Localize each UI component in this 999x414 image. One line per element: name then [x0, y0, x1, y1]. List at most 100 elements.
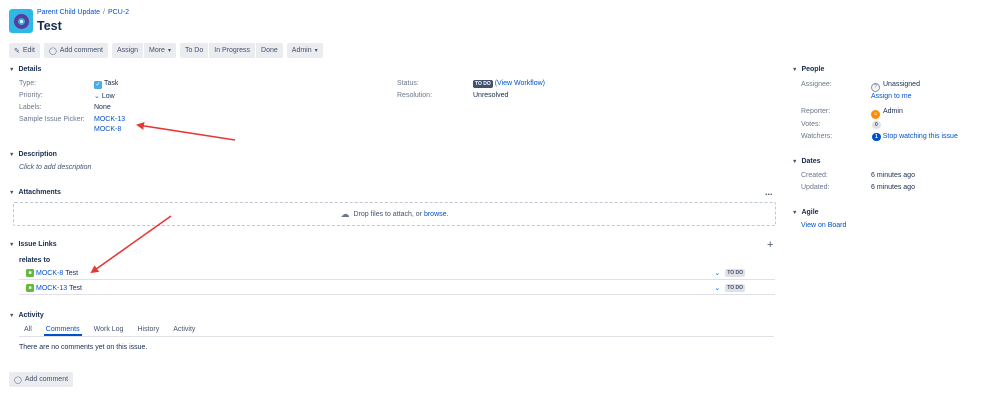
- more-label: More: [148, 47, 165, 54]
- description-placeholder[interactable]: Click to add description: [19, 164, 91, 171]
- attachment-dropzone[interactable]: ☁ Drop files to attach, or browse.: [13, 202, 776, 226]
- add-link-icon[interactable]: +: [767, 239, 773, 251]
- tab-history[interactable]: History: [135, 323, 161, 336]
- issue-picker-link-1-text: MOCK-13: [94, 116, 126, 123]
- activity-tabs: All Comments Work Log History Activity: [19, 323, 774, 337]
- annotation-arrow-picker: [136, 121, 236, 141]
- add-comment-button[interactable]: ◯ Add comment: [43, 43, 108, 58]
- linked-issue-key[interactable]: MOCK-8: [36, 270, 63, 277]
- twisty-down-icon: ▼: [9, 151, 15, 158]
- story-icon: ■: [26, 269, 34, 277]
- people-toggle[interactable]: ▼ People: [792, 66, 824, 73]
- agile-heading: Agile: [801, 209, 819, 216]
- edit-label: Edit: [22, 47, 35, 54]
- votes-badge: 0: [872, 121, 881, 129]
- issue-picker-link-2-text: MOCK-8: [94, 126, 122, 133]
- edit-button[interactable]: ✎ Edit: [9, 43, 40, 58]
- status-lozenge: TO DO: [473, 80, 493, 88]
- twisty-down-icon: ▼: [9, 189, 15, 196]
- twisty-down-icon: ▼: [9, 312, 15, 319]
- admin-avatar: ☺: [871, 110, 880, 119]
- linked-issue-key[interactable]: MOCK-13: [36, 285, 67, 292]
- labels-value: None: [94, 104, 111, 111]
- details-toggle[interactable]: ▼ Details: [9, 66, 41, 73]
- votes-value[interactable]: 0: [872, 121, 881, 129]
- more-button[interactable]: More ▾: [143, 43, 176, 58]
- in-progress-button[interactable]: In Progress: [209, 43, 256, 58]
- to-do-button[interactable]: To Do: [179, 43, 209, 58]
- attachments-toggle[interactable]: ▼ Attachments: [9, 189, 61, 196]
- priority-label: Priority:: [19, 92, 43, 99]
- assignee-label: Assignee:: [801, 81, 832, 88]
- upload-cloud-icon: ☁: [340, 208, 350, 219]
- story-icon: ■: [26, 284, 34, 292]
- assignee-value: ? Unassigned: [871, 81, 920, 92]
- comment-icon: ◯: [48, 47, 57, 55]
- admin-button[interactable]: Admin ▾: [286, 43, 323, 58]
- linked-issue-summary: Test: [69, 284, 82, 292]
- priority-low-icon: ⌄: [714, 285, 721, 292]
- dates-heading: Dates: [801, 158, 821, 165]
- browse-link[interactable]: browse.: [424, 211, 449, 218]
- done-button[interactable]: Done: [256, 43, 283, 58]
- issue-link-row: ■ MOCK-8 Test ⌄ TO DO: [19, 267, 775, 280]
- breadcrumb-project-link[interactable]: Parent Child Update: [37, 9, 100, 16]
- unassigned-avatar-icon: ?: [871, 83, 880, 92]
- breadcrumb-issue-link[interactable]: PCU-2: [108, 9, 129, 16]
- tab-work-log[interactable]: Work Log: [92, 323, 126, 336]
- resolution-label: Resolution:: [397, 92, 433, 99]
- breadcrumb: Parent Child Update / PCU-2: [37, 9, 130, 16]
- linked-issue-status: TO DO: [725, 269, 745, 277]
- activity-toggle[interactable]: ▼ Activity: [9, 312, 44, 319]
- updated-label: Updated:: [801, 184, 830, 191]
- description-toggle[interactable]: ▼ Description: [9, 151, 57, 158]
- attachments-heading: Attachments: [18, 189, 61, 196]
- issue-toolbar: ✎ Edit ◯ Add comment Assign More ▾ To Do In…: [9, 43, 323, 58]
- tab-activity[interactable]: Activity: [171, 323, 197, 336]
- labels-label: Labels:: [19, 104, 42, 111]
- issue-picker-link-2[interactable]: MOCK-8: [94, 126, 121, 133]
- view-workflow-link[interactable]: (View Workflow): [495, 80, 545, 87]
- watchers-label: Watchers:: [801, 133, 833, 140]
- dates-toggle[interactable]: ▼ Dates: [792, 158, 821, 165]
- tab-comments[interactable]: Comments: [43, 323, 82, 336]
- view-on-board-link[interactable]: View on Board: [801, 222, 846, 229]
- tab-all[interactable]: All: [19, 323, 34, 336]
- twisty-down-icon: ▼: [9, 66, 15, 73]
- people-heading: People: [801, 66, 825, 73]
- task-icon: ✓: [94, 81, 102, 89]
- reporter-value: ☺ Admin: [871, 108, 903, 119]
- watchers-badge: 1: [872, 133, 881, 141]
- twisty-down-icon: ▼: [9, 241, 15, 248]
- add-comment-label: Add comment: [59, 47, 103, 54]
- twisty-down-icon: ▼: [792, 209, 798, 216]
- project-avatar[interactable]: [9, 9, 33, 33]
- assign-more-group: Assign More ▾: [111, 43, 176, 58]
- admin-label: Admin: [291, 47, 312, 54]
- assign-button[interactable]: Assign: [111, 43, 143, 58]
- watchers-value[interactable]: 1 Stop watching this issue: [872, 133, 958, 141]
- stop-watching-link[interactable]: Stop watching this issue: [883, 133, 958, 140]
- add-comment-bottom-button[interactable]: ◯ Add comment: [9, 372, 74, 387]
- issue-links-toggle[interactable]: ▼ Issue Links: [9, 241, 57, 248]
- issue-picker-label: Sample Issue Picker:: [19, 116, 85, 123]
- attachments-more-icon[interactable]: ...: [765, 187, 773, 197]
- priority-value: ⌄ Low: [94, 92, 115, 100]
- issue-link-row: ■ MOCK-13 Test ⌄ TO DO: [19, 282, 775, 295]
- details-heading: Details: [18, 66, 42, 73]
- issue-picker-link-1[interactable]: MOCK-13: [94, 116, 125, 123]
- linked-issue-status: TO DO: [725, 284, 745, 292]
- activity-heading: Activity: [18, 312, 44, 319]
- created-value: 6 minutes ago: [871, 172, 915, 179]
- agile-toggle[interactable]: ▼ Agile: [792, 209, 819, 216]
- workflow-group: To Do In Progress Done: [179, 43, 283, 58]
- assignee-text: Unassigned: [883, 81, 920, 88]
- status-value: TO DO (View Workflow): [473, 80, 545, 88]
- updated-value: 6 minutes ago: [871, 184, 915, 191]
- view-on-board-text: View on Board: [801, 222, 847, 229]
- dropzone-text: Drop files to attach, or: [353, 210, 422, 218]
- assign-to-me-link[interactable]: Assign to me: [871, 93, 911, 100]
- no-comments-message: There are no comments yet on this issue.: [19, 344, 148, 351]
- assign-to-me-text: Assign to me: [871, 93, 912, 100]
- comment-icon: ◯: [14, 376, 22, 384]
